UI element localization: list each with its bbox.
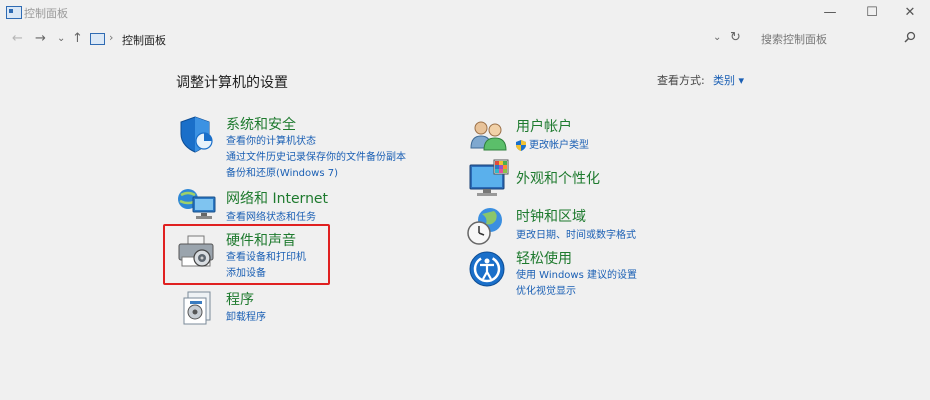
close-button[interactable]: ✕ (890, 2, 930, 24)
up-button[interactable]: ↑ (72, 31, 83, 46)
back-button[interactable]: ← (12, 31, 23, 46)
category-system-security[interactable]: 系统和安全 (226, 114, 296, 134)
link-network-status[interactable]: 查看网络状态和任务 (226, 208, 316, 223)
uac-shield-icon (516, 136, 526, 155)
search-box[interactable] (755, 29, 920, 49)
clock-region-icon[interactable] (466, 206, 506, 250)
link-windows-recommended-settings[interactable]: 使用 Windows 建议的设置 (516, 266, 637, 281)
category-programs[interactable]: 程序 (226, 289, 254, 309)
view-by-label: 查看方式: (657, 74, 705, 87)
link-optimize-visual-display[interactable]: 优化视觉显示 (516, 282, 576, 297)
category-clock-region[interactable]: 时钟和区域 (516, 206, 586, 226)
highlight-box (163, 224, 330, 285)
link-change-account-type[interactable]: 更改帐户类型 (529, 136, 589, 151)
link-backup-restore[interactable]: 备份和还原(Windows 7) (226, 164, 338, 179)
page-title: 调整计算机的设置 (176, 75, 288, 91)
breadcrumb-separator[interactable]: › (109, 31, 113, 44)
users-icon[interactable] (468, 118, 510, 156)
search-input[interactable] (755, 29, 903, 49)
breadcrumb-control-panel-icon (90, 33, 105, 45)
link-file-history[interactable]: 通过文件历史记录保存你的文件备份副本 (226, 148, 406, 163)
category-appearance-personalization[interactable]: 外观和个性化 (516, 168, 600, 188)
shield-icon[interactable] (178, 114, 216, 158)
control-panel-icon (6, 6, 22, 19)
forward-button[interactable]: → (35, 31, 46, 46)
ease-of-access-icon[interactable] (468, 250, 506, 292)
link-view-computer-status[interactable]: 查看你的计算机状态 (226, 132, 316, 147)
category-network-internet[interactable]: 网络和 Internet (226, 188, 328, 208)
view-by-dropdown[interactable]: 类别 ▾ (713, 72, 744, 88)
programs-icon[interactable] (182, 290, 214, 330)
title-bar: 控制面板 — ☐ ✕ (0, 0, 930, 26)
window-title: 控制面板 (24, 7, 68, 20)
address-bar: ← → ⌄ ↑ › 控制面板 ⌄ ↻ (0, 27, 930, 53)
category-ease-of-access[interactable]: 轻松使用 (516, 248, 572, 268)
link-uninstall-program[interactable]: 卸载程序 (226, 308, 266, 323)
maximize-button[interactable]: ☐ (852, 2, 892, 24)
appearance-icon[interactable] (468, 159, 510, 203)
search-icon[interactable] (904, 31, 916, 46)
network-icon[interactable] (176, 185, 218, 227)
address-dropdown-button[interactable]: ⌄ (713, 32, 721, 43)
recent-locations-button[interactable]: ⌄ (57, 33, 65, 44)
link-change-date-time-format[interactable]: 更改日期、时间或数字格式 (516, 226, 636, 241)
refresh-button[interactable]: ↻ (730, 30, 741, 45)
category-user-accounts[interactable]: 用户帐户 (516, 116, 572, 136)
minimize-button[interactable]: — (810, 2, 850, 24)
breadcrumb-control-panel[interactable]: 控制面板 (122, 32, 166, 48)
